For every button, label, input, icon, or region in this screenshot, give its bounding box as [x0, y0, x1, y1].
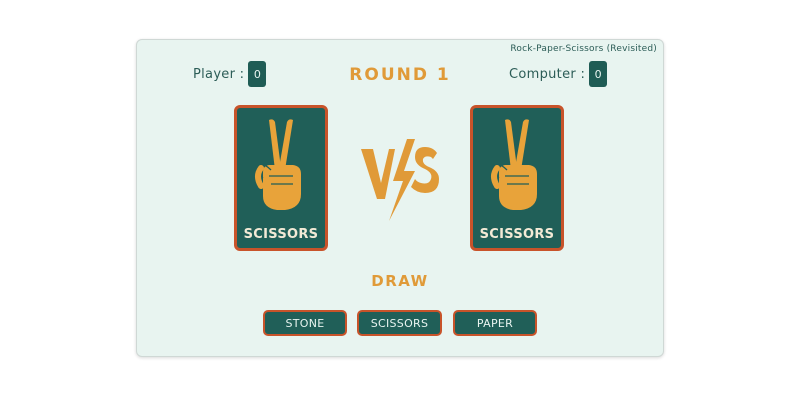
stone-button[interactable]: STONE	[263, 310, 347, 336]
round-result: DRAW	[371, 272, 429, 290]
paper-button[interactable]: PAPER	[453, 310, 537, 336]
player-choice-label: SCISSORS	[243, 227, 319, 242]
scissors-button[interactable]: SCISSORS	[357, 310, 442, 336]
peace-hand-icon	[255, 119, 301, 210]
app-subtitle: Rock-Paper-Scissors (Revisited)	[510, 44, 657, 54]
game-panel: Rock-Paper-Scissors (Revisited) Player :…	[136, 39, 664, 357]
computer-score: 0	[589, 61, 608, 87]
computer-choice-label: SCISSORS	[479, 227, 555, 242]
computer-choice-card: SCISSORS	[470, 105, 564, 251]
computer-score-block: Computer : 0	[509, 61, 608, 87]
player-choice-card: SCISSORS	[234, 105, 328, 251]
vs-lightning-icon	[361, 139, 439, 221]
computer-label: Computer :	[509, 66, 586, 82]
peace-hand-icon	[491, 119, 537, 210]
